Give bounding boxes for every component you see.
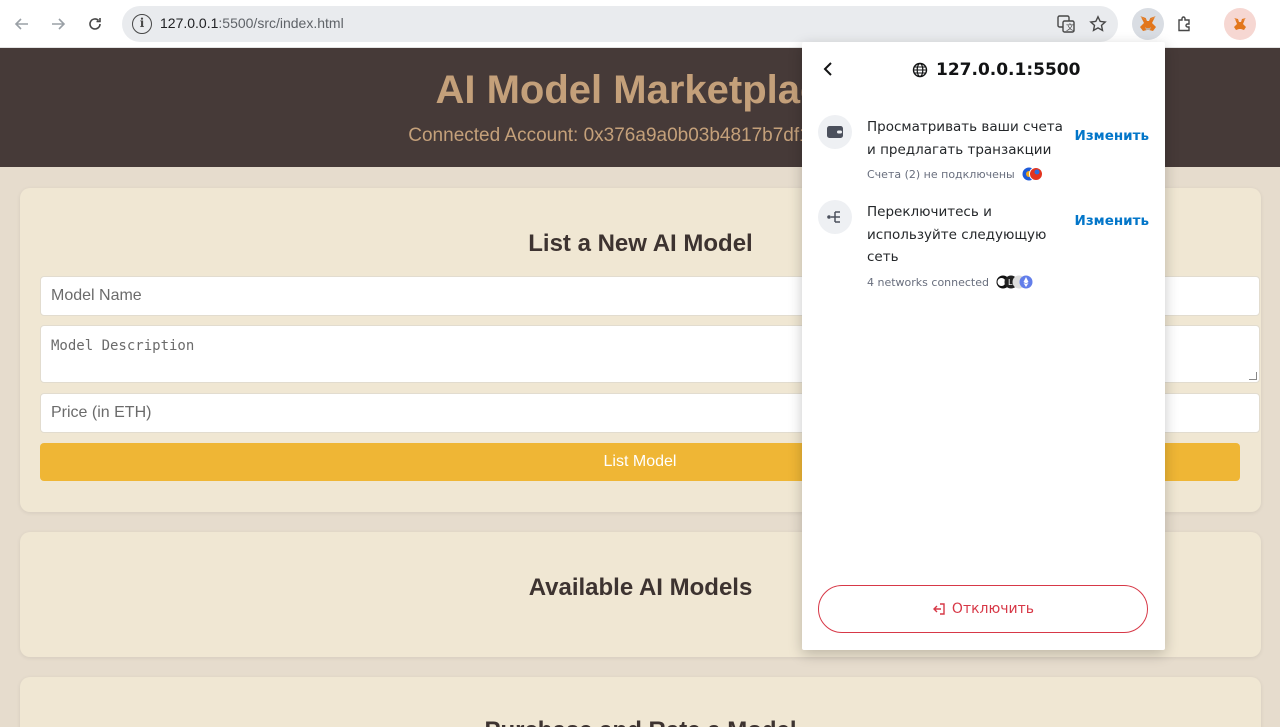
model-description-placeholder: Model Description [51,338,195,354]
disconnect-label: Отключить [951,601,1035,617]
network-icon [818,200,852,234]
network-badges-icon: L [996,275,1033,289]
metamask-extension-icon[interactable] [1132,8,1164,40]
back-chevron-icon[interactable] [822,60,834,83]
forward-arrow-icon[interactable] [44,10,72,38]
logout-icon [932,603,945,615]
svg-text:L: L [1008,278,1013,287]
permission-accounts-edit-link[interactable]: Изменить [1075,128,1149,144]
account-avatars-icon [1022,167,1043,181]
accounts-status-text: Счета (2) не подключены [867,167,1015,181]
globe-icon [912,62,928,78]
metamask-connection-popup: 127.0.0.1:5500 Просматривать ваши счета … [802,42,1165,650]
extensions-puzzle-icon[interactable] [1169,8,1201,40]
networks-status-text: 4 networks connected [867,275,989,289]
site-info-icon[interactable]: i [132,14,152,34]
translate-icon[interactable]: 文 [1056,14,1076,34]
purchase-rate-title: Purchase and Rate a Model [20,717,1261,727]
disconnect-button[interactable]: Отключить [818,585,1148,633]
resize-handle-icon[interactable] [1249,372,1257,380]
popup-host: 127.0.0.1:5500 [936,60,1081,80]
permission-accounts-text: Просматривать ваши счета и предлагать тр… [867,119,1063,158]
browser-toolbar: i 127.0.0.1:5500/src/index.html 文 [0,0,1280,48]
popup-site-header: 127.0.0.1:5500 [912,60,1080,80]
svg-text:文: 文 [1066,22,1074,32]
back-arrow-icon[interactable] [8,10,36,38]
address-bar[interactable]: i 127.0.0.1:5500/src/index.html 文 [122,6,1118,42]
permission-network-edit-link[interactable]: Изменить [1075,213,1149,229]
reload-icon[interactable] [81,10,109,38]
bookmark-star-icon[interactable] [1088,14,1108,34]
permission-accounts-status: Счета (2) не подключены [867,166,1045,182]
url-text: 127.0.0.1:5500/src/index.html [160,15,344,31]
permission-network-status: 4 networks connected L [867,274,1035,290]
purchase-rate-card: Purchase and Rate a Model [20,677,1261,727]
permission-network-text: Переключитесь и используйте следующую се… [867,204,1047,265]
wallet-icon [818,115,852,149]
profile-avatar[interactable] [1224,8,1256,40]
